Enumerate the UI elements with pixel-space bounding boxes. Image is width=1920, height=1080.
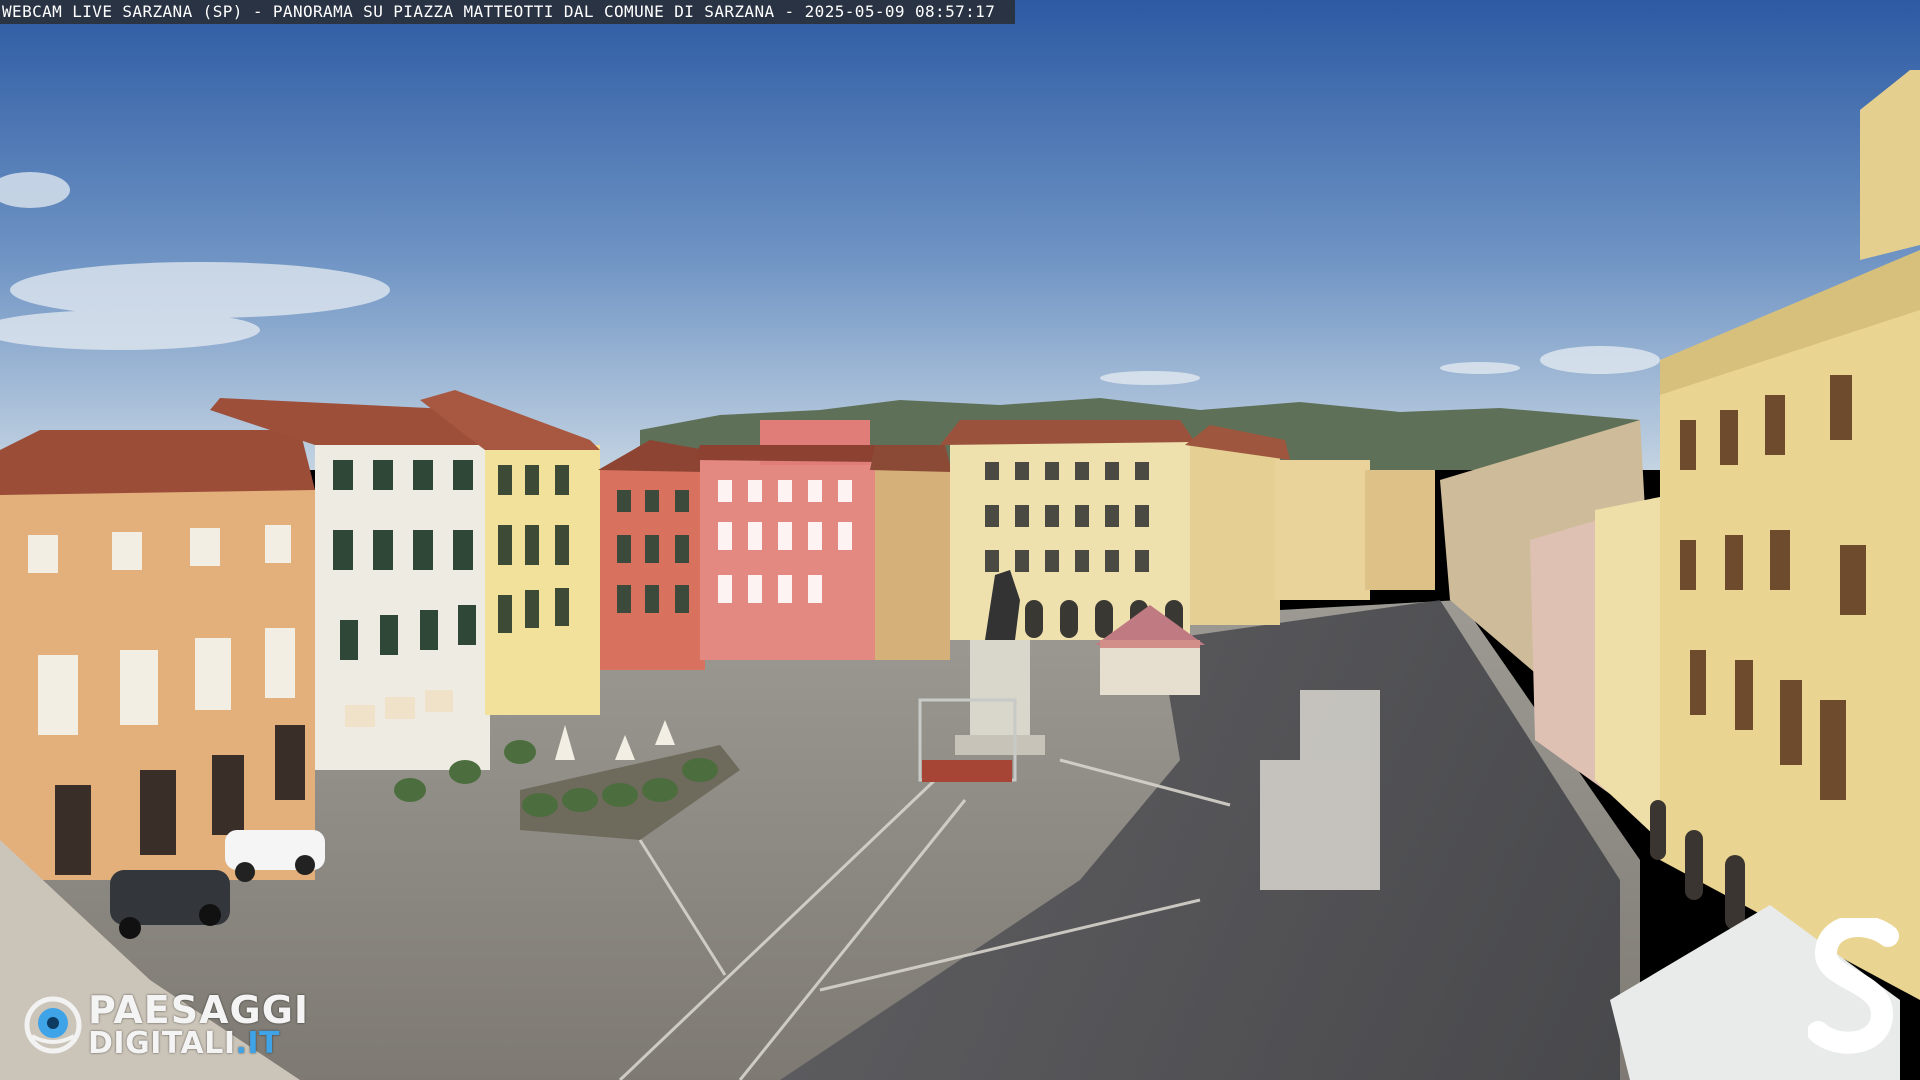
- logo-line-top: PAESAGGI: [88, 988, 310, 1032]
- webcam-caption: WEBCAM LIVE SARZANA (SP) - PANORAMA SU P…: [0, 0, 1016, 24]
- building-red: [598, 440, 705, 670]
- sky: [0, 0, 1920, 470]
- s-logo-icon: [1808, 918, 1899, 1054]
- piazza-scene: [0, 0, 1920, 1080]
- logo-line-bottom-main: DIGITALI: [88, 1026, 236, 1061]
- webcam-frame: WEBCAM LIVE SARZANA (SP) - PANORAMA SU P…: [0, 0, 1920, 1080]
- logo-line-bottom: DIGITALI.IT: [88, 1029, 309, 1059]
- building-orange-left: [0, 430, 315, 880]
- eye-logo-icon: [24, 996, 82, 1054]
- logo-line-bottom-suffix: .IT: [235, 1026, 281, 1061]
- paesaggi-digitali-logo: PAESAGGI DIGITALI.IT: [24, 988, 309, 1062]
- logo-wordmark: PAESAGGI DIGITALI.IT: [88, 991, 309, 1059]
- building-center-arcade: [940, 420, 1195, 640]
- building-pink: [695, 420, 880, 660]
- building-beige: [870, 445, 952, 660]
